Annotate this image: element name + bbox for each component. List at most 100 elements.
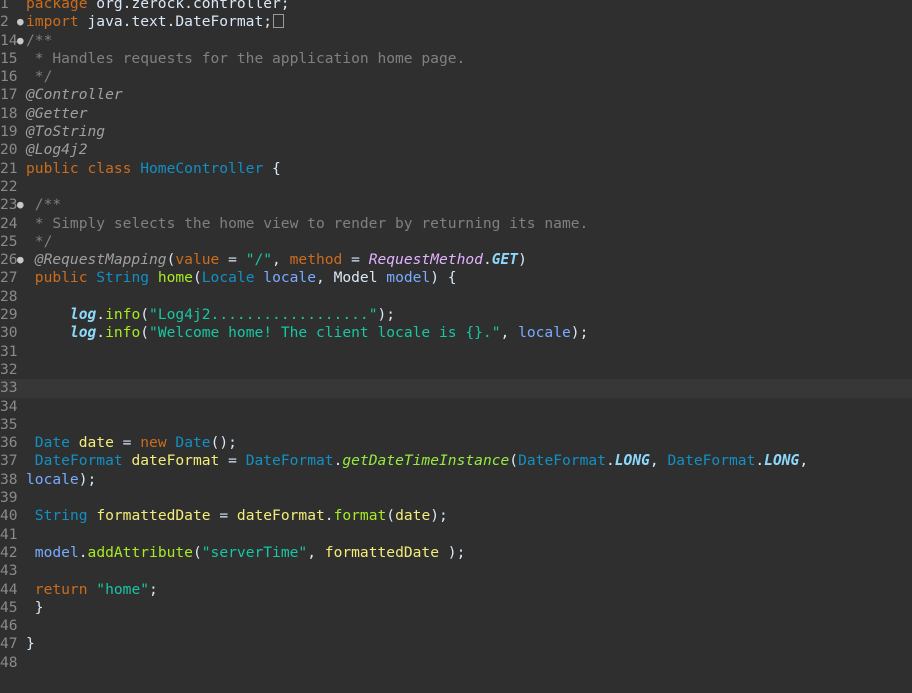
code-line[interactable]: 36 Date date = new Date();	[0, 434, 912, 452]
variable-token: dateFormat	[236, 507, 325, 525]
enum-type-token: RequestMethod	[368, 251, 483, 269]
fold-toggle-icon[interactable]: ●	[17, 196, 24, 214]
code-line[interactable]: 45 }	[0, 599, 912, 617]
code-line[interactable]: 16 */	[0, 68, 912, 86]
code-line[interactable]: 33	[0, 379, 912, 398]
code-text: */	[26, 68, 53, 86]
code-text: @Getter	[26, 105, 88, 122]
code-line[interactable]: 43	[0, 562, 912, 580]
static-field-token: log	[69, 306, 97, 324]
fold-toggle-icon[interactable]: ●	[17, 251, 24, 269]
line-number: 14 ●	[0, 31, 24, 50]
code-line[interactable]: 21 public class HomeController {	[0, 160, 912, 178]
code-line[interactable]: 14 ●/**	[0, 32, 912, 50]
line-number: 15	[0, 49, 18, 67]
line-number: 23 ●	[0, 196, 24, 214]
code-token: );	[377, 306, 396, 324]
code-token: (	[140, 324, 150, 342]
collapsed-imports-icon[interactable]	[273, 14, 285, 29]
code-line[interactable]: 17 @Controller	[0, 86, 912, 104]
constant-token: LONG	[764, 452, 800, 470]
code-token: ();	[210, 434, 237, 452]
parameter-token: locale	[263, 269, 316, 287]
code-line[interactable]: 39	[0, 489, 912, 507]
line-number: 37	[0, 452, 18, 470]
code-line[interactable]: 26 ● @RequestMapping(value = "/", method …	[0, 251, 912, 269]
code-token: ,	[799, 452, 809, 470]
code-text: String formattedDate = dateFormat.format…	[26, 507, 448, 524]
code-text: */	[26, 233, 53, 250]
comment-token: */	[26, 68, 53, 86]
code-token: java.text.DateFormat;	[87, 13, 273, 31]
parameter-token: locale	[26, 470, 79, 488]
line-number: 26 ●	[0, 251, 24, 269]
code-line[interactable]: 40 String formattedDate = dateFormat.for…	[0, 507, 912, 525]
code-token: (	[386, 507, 396, 525]
code-line[interactable]: 37 DateFormat dateFormat = DateFormat. ge…	[0, 452, 912, 470]
annotation-token: @ToString	[26, 123, 106, 141]
annotation-token: @Log4j2	[26, 141, 88, 159]
line-number: 30	[0, 324, 18, 342]
string-literal-token: "serverTime"	[201, 543, 308, 561]
string-literal-token: "/"	[245, 251, 273, 269]
code-text: log.info("Log4j2..................");	[26, 306, 395, 323]
line-number: 2 ●	[0, 13, 24, 31]
code-line[interactable]: 24 * Simply selects the home view to ren…	[0, 215, 912, 233]
line-number: 45	[0, 598, 18, 616]
keyword-token: public	[26, 159, 88, 177]
code-line[interactable]: 27 public String home(Locale locale, Mod…	[0, 269, 912, 287]
code-token: =	[219, 452, 246, 470]
code-token: (	[509, 452, 519, 470]
code-line[interactable]: 25 */	[0, 233, 912, 251]
comment-token: /**	[26, 196, 62, 214]
fold-toggle-icon[interactable]: ●	[17, 13, 24, 31]
code-line[interactable]: 44 return "home";	[0, 581, 912, 599]
method-token: home	[157, 269, 193, 287]
code-line[interactable]: 32	[0, 361, 912, 379]
code-line[interactable]: 15 * Handles requests for the applicatio…	[0, 50, 912, 68]
type-token: DateFormat	[667, 452, 756, 470]
keyword-token: return	[26, 580, 97, 598]
code-line[interactable]: 47}	[0, 635, 912, 653]
code-line[interactable]: 23 ● /**	[0, 196, 912, 214]
code-token: )	[518, 251, 527, 269]
code-line[interactable]: 19 @ToString	[0, 123, 912, 141]
annotation-token: @RequestMapping	[26, 251, 167, 269]
type-token: String	[96, 269, 158, 287]
code-token: .	[605, 452, 615, 470]
code-line[interactable]: 28	[0, 288, 912, 306]
code-line[interactable]: 20 @Log4j2	[0, 141, 912, 159]
static-field-token: GET	[491, 251, 519, 269]
code-line[interactable]: 18 @Getter	[0, 105, 912, 123]
code-line[interactable]: 38 locale);	[0, 471, 912, 489]
code-line[interactable]: 30 log.info("Welcome home! The client lo…	[0, 324, 912, 342]
code-token: ,	[649, 452, 668, 470]
code-line[interactable]: 34	[0, 398, 912, 416]
code-token: (	[140, 306, 150, 324]
variable-token: formattedDate	[324, 543, 440, 561]
code-line[interactable]: 46	[0, 617, 912, 635]
code-line[interactable]: 41	[0, 526, 912, 544]
method-token: format	[333, 507, 387, 525]
code-token: {	[263, 159, 281, 177]
code-line[interactable]: 48	[0, 654, 912, 672]
code-line[interactable]: 42 model.addAttribute("serverTime", form…	[0, 544, 912, 562]
code-token: ,	[316, 269, 334, 287]
code-line[interactable]: 22	[0, 178, 912, 196]
code-line[interactable]: 2 ● import java.text.DateFormat;	[0, 13, 912, 31]
code-editor[interactable]: 1 package org.zerock.controller; 2 ● import …	[0, 0, 912, 672]
code-token: }	[26, 598, 44, 616]
line-number: 46	[0, 617, 18, 635]
code-line[interactable]: 31	[0, 343, 912, 361]
code-text: import java.text.DateFormat;	[26, 13, 285, 31]
code-token: .	[96, 306, 106, 324]
type-token: HomeController	[140, 159, 264, 177]
code-line[interactable]: 1 package org.zerock.controller;	[0, 0, 912, 13]
fold-toggle-icon[interactable]: ●	[17, 32, 24, 50]
code-line[interactable]: 35	[0, 416, 912, 434]
method-token: info	[105, 324, 141, 342]
code-token: =	[113, 434, 141, 452]
code-token: =	[219, 251, 246, 269]
code-line[interactable]: 29 log.info("Log4j2..................");	[0, 306, 912, 324]
